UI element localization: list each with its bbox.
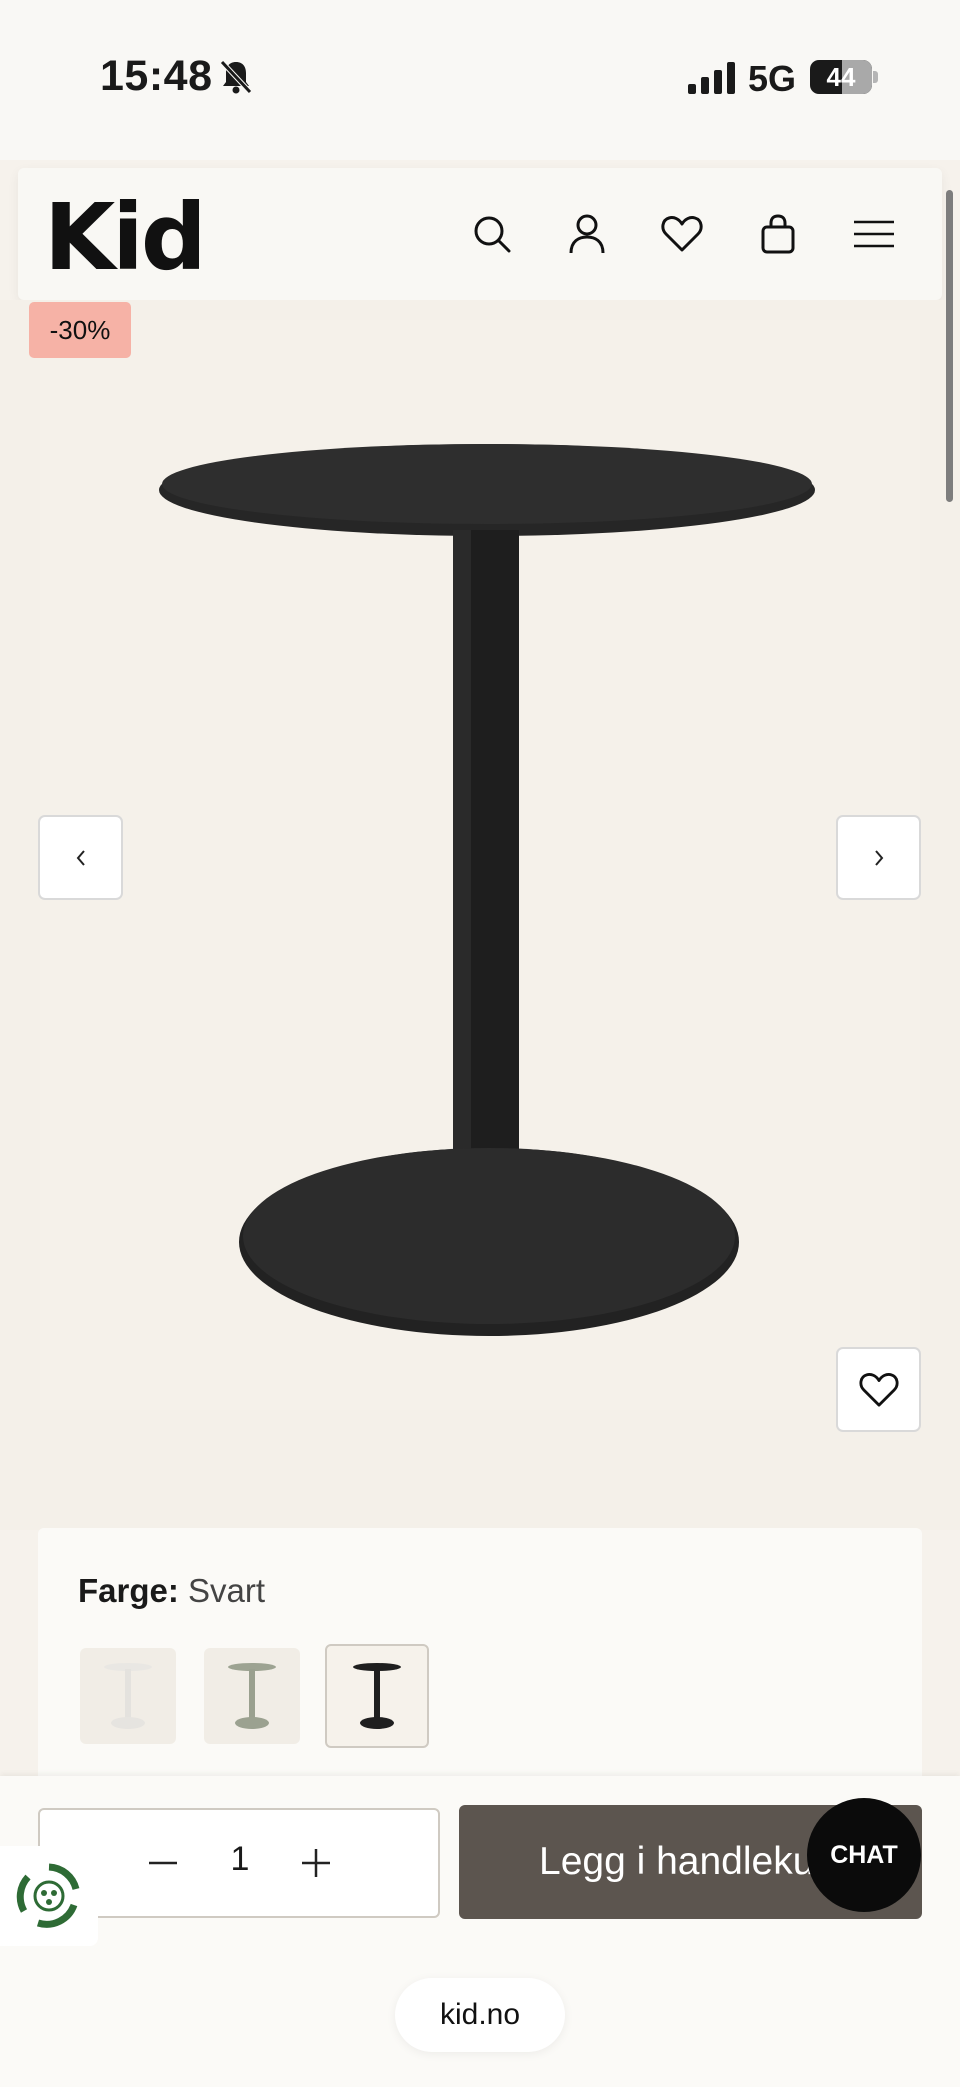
network-type: 5G <box>748 58 797 99</box>
increase-quantity-button[interactable] <box>293 1840 339 1886</box>
color-value: Svart <box>188 1572 266 1609</box>
minus-icon <box>149 1861 177 1865</box>
purchase-bar: 1 Legg i handlekurv CHAT kid.no <box>0 1776 960 2087</box>
quantity-value[interactable]: 1 <box>220 1840 260 1879</box>
chevron-left-icon <box>76 849 85 866</box>
chat-button[interactable]: CHAT <box>807 1798 921 1912</box>
recycle-icon <box>16 1863 80 1928</box>
gallery-prev-button[interactable] <box>38 815 123 900</box>
battery-icon: 44 <box>810 60 872 94</box>
menu-icon[interactable] <box>848 208 900 260</box>
battery-level: 44 <box>826 62 856 92</box>
swatch-black[interactable] <box>325 1644 429 1748</box>
site-header: Kid <box>18 168 942 300</box>
product-image <box>159 444 815 1336</box>
decrease-quantity-button[interactable] <box>140 1840 186 1886</box>
swatch-white[interactable] <box>80 1648 176 1744</box>
bell-muted-icon <box>220 60 252 94</box>
page-scrollbar[interactable] <box>946 190 953 502</box>
add-to-wishlist-button[interactable] <box>836 1347 921 1432</box>
heart-icon <box>858 1372 899 1407</box>
site-logo[interactable]: Kid <box>44 184 207 291</box>
eco-widget[interactable] <box>0 1846 98 1946</box>
account-icon[interactable] <box>561 208 613 260</box>
color-label: Farge: <box>78 1572 179 1609</box>
battery-tip <box>873 71 878 83</box>
status-bar: 15:48 5G 44 <box>0 0 960 160</box>
swatch-sage[interactable] <box>204 1648 300 1744</box>
plus-icon <box>302 1849 330 1877</box>
gallery-next-button[interactable] <box>836 815 921 900</box>
search-icon[interactable] <box>466 208 518 260</box>
quantity-stepper: 1 <box>38 1808 440 1918</box>
browser-url-pill[interactable]: kid.no <box>395 1978 565 2052</box>
status-time: 15:48 <box>100 52 213 100</box>
color-label-row: Farge: Svart <box>78 1572 265 1610</box>
chevron-right-icon <box>874 849 883 866</box>
signal-icon <box>688 62 735 94</box>
discount-badge: -30% <box>29 302 131 358</box>
variant-panel: Farge: Svart <box>38 1528 922 1788</box>
wishlist-icon[interactable] <box>656 208 708 260</box>
cart-icon[interactable] <box>752 208 804 260</box>
